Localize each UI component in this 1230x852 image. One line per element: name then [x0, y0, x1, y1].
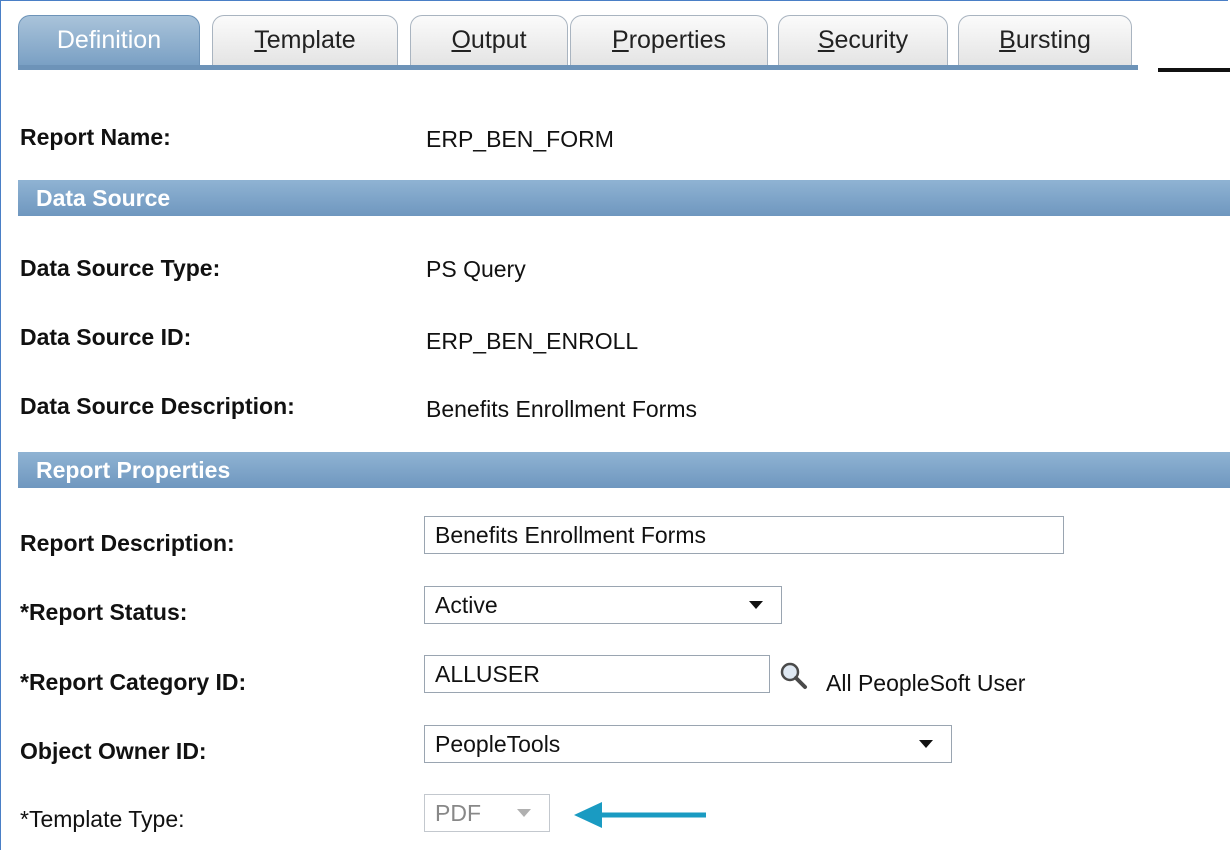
tab-underline-edge — [1158, 68, 1230, 72]
data-source-id-value: ERP_BEN_ENROLL — [426, 328, 639, 354]
page-frame — [0, 0, 1228, 850]
report-properties-header: Report Properties — [18, 452, 1230, 488]
tab-underline — [18, 65, 1230, 72]
report-category-input[interactable]: ALLUSER — [424, 655, 770, 693]
tab-definition[interactable]: Definition — [18, 15, 200, 65]
tab-template[interactable]: Template — [212, 15, 398, 65]
tab-output[interactable]: Output — [410, 15, 568, 65]
data-source-type-label: Data Source Type: — [20, 255, 221, 281]
report-category-description: All PeopleSoft User — [826, 670, 1026, 696]
report-properties-header-text: Report Properties — [36, 456, 231, 483]
tab-template-label: Template — [254, 26, 356, 54]
search-icon[interactable] — [778, 660, 808, 690]
tab-definition-label: Definition — [56, 26, 162, 54]
report-status-label: *Report Status: — [20, 599, 188, 625]
data-source-type-value: PS Query — [426, 256, 526, 282]
template-type-select-value: PDF — [435, 799, 481, 826]
report-name-value: ERP_BEN_FORM — [426, 126, 614, 152]
report-description-input-text: Benefits Enrollment Forms — [435, 521, 706, 548]
chevron-down-icon — [919, 740, 933, 748]
tab-security-label: Security — [817, 26, 909, 54]
chevron-down-icon — [749, 601, 763, 609]
report-description-label: Report Description: — [20, 530, 235, 556]
data-source-header-text: Data Source — [36, 184, 171, 211]
object-owner-label: Object Owner ID: — [20, 738, 207, 764]
report-description-input[interactable]: Benefits Enrollment Forms — [424, 516, 1064, 554]
report-category-input-text: ALLUSER — [435, 660, 540, 687]
chevron-down-icon — [517, 809, 531, 817]
template-type-select: PDF — [424, 794, 550, 832]
object-owner-select[interactable]: PeopleTools — [424, 725, 952, 763]
tab-bursting-label: Bursting — [999, 26, 1091, 54]
tab-bursting[interactable]: Bursting — [958, 15, 1132, 65]
tab-underline-bar — [18, 65, 1138, 70]
report-category-label: *Report Category ID: — [20, 669, 247, 695]
object-owner-select-value: PeopleTools — [435, 730, 561, 757]
report-status-select-value: Active — [435, 591, 498, 618]
tab-properties-label: Properties — [612, 26, 726, 54]
data-source-header: Data Source — [18, 180, 1230, 216]
report-name-label: Report Name: — [20, 124, 171, 150]
tab-output-label: Output — [451, 26, 527, 54]
data-source-id-label: Data Source ID: — [20, 324, 192, 350]
template-type-label: *Template Type: — [20, 806, 185, 832]
report-status-select[interactable]: Active — [424, 586, 782, 624]
tab-security[interactable]: Security — [778, 15, 948, 65]
data-source-description-label: Data Source Description: — [20, 393, 295, 419]
arrow-left-icon — [574, 802, 706, 828]
tab-properties[interactable]: Properties — [570, 15, 768, 65]
data-source-description-value: Benefits Enrollment Forms — [426, 396, 697, 422]
